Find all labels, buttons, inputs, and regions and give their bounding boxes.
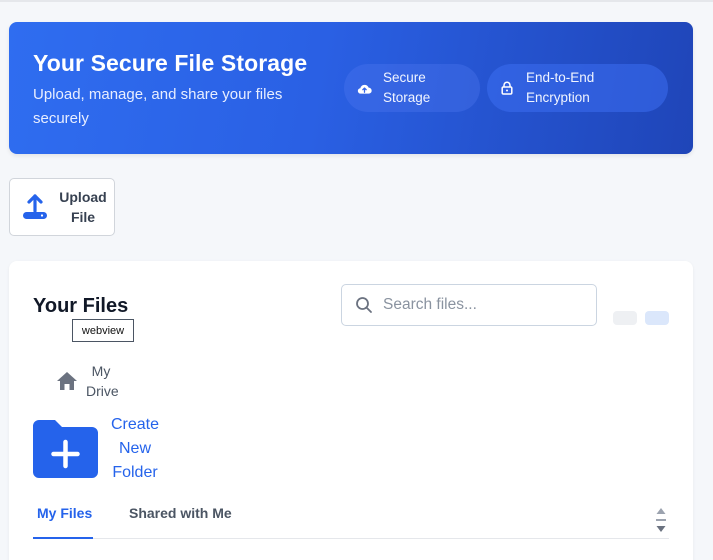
folder-plus-icon <box>33 420 98 478</box>
upload-file-label: Upload File <box>59 189 107 225</box>
home-icon <box>55 370 79 392</box>
secure-storage-label: Secure Storage <box>383 70 431 105</box>
hero-banner: Your Secure File Storage Upload, manage,… <box>9 22 693 154</box>
upload-icon <box>20 192 50 222</box>
create-folder-button[interactable]: Create New Folder <box>33 413 163 485</box>
list-view-toggle[interactable] <box>613 311 637 325</box>
tab-my-files[interactable]: My Files <box>37 505 92 521</box>
grid-view-toggle[interactable] <box>645 311 669 325</box>
files-panel: Your Files webview My Drive <box>9 261 693 560</box>
webview-tooltip: webview <box>72 319 134 342</box>
active-tab-indicator <box>33 537 93 539</box>
secure-storage-badge: Secure Storage <box>344 64 480 112</box>
files-title: Your Files <box>33 295 129 317</box>
upload-file-button[interactable]: Upload File <box>9 178 115 236</box>
tab-shared-with-me[interactable]: Shared with Me <box>129 505 232 521</box>
create-folder-label[interactable]: Create New Folder <box>107 413 163 485</box>
cloud-upload-icon <box>355 79 373 97</box>
file-tabs: My Files Shared with Me <box>33 493 669 539</box>
encryption-badge: End-to-End Encryption <box>487 64 668 112</box>
breadcrumb-my-drive[interactable]: My Drive <box>86 361 119 401</box>
hero-subtitle: Upload, manage, and share your files sec… <box>33 86 283 127</box>
top-divider <box>0 0 713 2</box>
search-box[interactable] <box>341 284 597 326</box>
search-icon <box>355 296 373 314</box>
hero-title: Your Secure File Storage <box>33 50 308 76</box>
tab-scroll-arrows-icon[interactable] <box>655 505 667 539</box>
encryption-label: End-to-End Encryption <box>526 70 595 105</box>
lock-icon <box>498 79 516 97</box>
search-input[interactable] <box>383 296 583 314</box>
breadcrumb[interactable]: My Drive <box>55 361 119 401</box>
